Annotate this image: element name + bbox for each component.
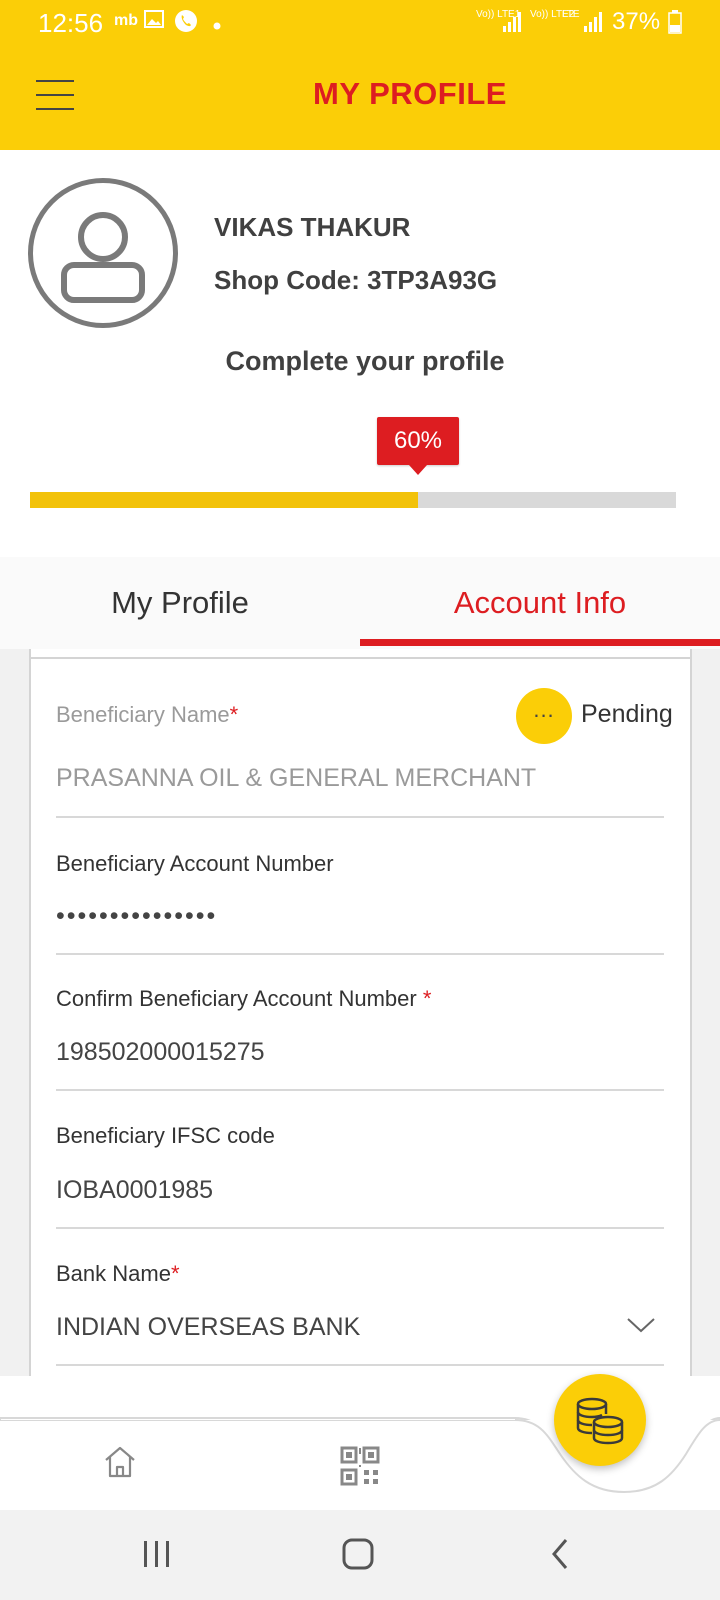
gallery-icon	[144, 10, 164, 33]
battery-percent: 37%	[612, 8, 661, 35]
tab-bar: My Profile Account Info	[0, 557, 720, 649]
beneficiary-name-field[interactable]	[56, 764, 616, 793]
ifsc-field[interactable]	[56, 1176, 616, 1205]
pending-status-icon[interactable]: ...	[516, 688, 572, 744]
recent-apps-icon[interactable]	[96, 1510, 216, 1600]
pending-status-label: Pending	[581, 700, 673, 728]
home-icon[interactable]	[100, 1445, 140, 1484]
avatar[interactable]	[28, 178, 178, 328]
ifsc-label: Beneficiary IFSC code	[56, 1123, 275, 1148]
tab-my-profile[interactable]: My Profile	[0, 557, 360, 649]
back-icon[interactable]	[500, 1510, 620, 1600]
bank-name-underline	[56, 1364, 664, 1366]
completion-badge: 60%	[377, 417, 459, 475]
beneficiary-name-underline	[56, 816, 664, 818]
account-number-field[interactable]	[56, 902, 616, 931]
carrier-label: mb	[114, 12, 138, 29]
beneficiary-name-label: Beneficiary Name*	[56, 702, 239, 727]
signal-icon-1	[503, 12, 521, 37]
profile-progress-bar	[30, 492, 676, 508]
active-tab-indicator	[360, 639, 720, 646]
chevron-down-icon[interactable]	[626, 1316, 656, 1339]
status-time: 12:56	[38, 8, 104, 38]
profile-progress-fill	[30, 492, 418, 508]
form-card-divider	[29, 657, 692, 659]
notification-dot-icon	[213, 17, 221, 35]
app-header: MY PROFILE	[0, 46, 720, 150]
account-number-underline	[56, 953, 664, 955]
confirm-account-number-underline	[56, 1089, 664, 1091]
system-navigation-bar	[0, 1510, 720, 1600]
user-icon	[61, 212, 145, 303]
page-title: MY PROFILE	[313, 76, 507, 111]
bank-name-label: Bank Name*	[56, 1261, 180, 1286]
coins-button[interactable]	[554, 1374, 646, 1466]
shop-code: Shop Code: 3TP3A93G	[214, 265, 498, 295]
ifsc-underline	[56, 1227, 664, 1229]
status-bar: 12:56 mb Vo)) LTE1 Vo)) LTE2 LTE 37%	[0, 0, 720, 46]
phone-call-icon	[174, 9, 198, 38]
lte-label: LTE	[562, 9, 580, 20]
confirm-account-number-label: Confirm Beneficiary Account Number *	[56, 986, 432, 1011]
battery-icon	[668, 10, 682, 39]
signal-icon-2	[584, 12, 602, 37]
confirm-account-number-field[interactable]	[56, 1038, 616, 1067]
qr-code-icon[interactable]	[340, 1446, 380, 1491]
complete-profile-title: Complete your profile	[225, 346, 505, 376]
home-button-icon[interactable]	[298, 1510, 418, 1600]
user-name: VIKAS THAKUR	[214, 212, 411, 242]
bottom-navigation	[0, 1374, 720, 1510]
account-number-label: Beneficiary Account Number	[56, 851, 334, 876]
tab-account-info[interactable]: Account Info	[360, 557, 720, 649]
bank-name-select[interactable]: INDIAN OVERSEAS BANK	[56, 1313, 616, 1342]
coins-icon	[576, 1397, 624, 1445]
